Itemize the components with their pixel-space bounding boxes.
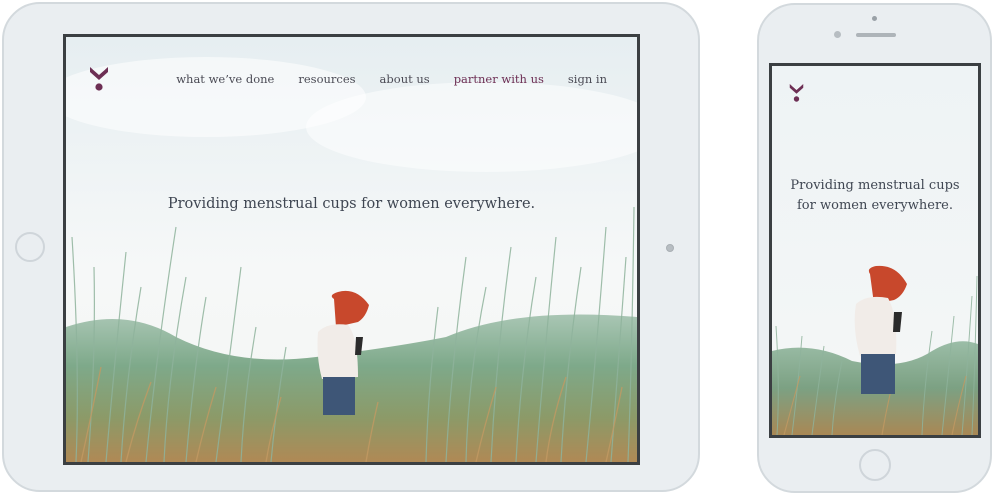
phone-camera-icon <box>834 31 841 38</box>
hero-tagline: Providing menstrual cups for women every… <box>167 196 536 212</box>
hero-image-mobile <box>772 66 978 435</box>
nav-link-about-us[interactable]: about us <box>380 72 430 86</box>
phone-speaker-icon <box>856 33 896 37</box>
hero-tagline-mobile: Providing menstrual cups for women every… <box>790 178 960 213</box>
nav-link-resources[interactable]: resources <box>298 72 355 86</box>
nav-link-what-weve-done[interactable]: what we’ve done <box>176 72 274 86</box>
tablet-home-button[interactable] <box>15 232 45 262</box>
venus-chevron-logo-icon[interactable] <box>89 66 109 92</box>
tablet-camera-icon <box>666 244 674 252</box>
venus-chevron-logo-icon-mobile[interactable] <box>789 83 804 103</box>
main-nav: what we’ve done resources about us partn… <box>152 72 607 86</box>
hero-image <box>66 37 637 462</box>
phone-home-button[interactable] <box>859 449 891 481</box>
nav-link-sign-in[interactable]: sign in <box>568 72 607 86</box>
phone-sensor-icon <box>872 16 877 21</box>
tablet-screen: what we’ve done resources about us partn… <box>63 34 640 465</box>
phone-screen: Providing menstrual cups for women every… <box>769 63 981 438</box>
nav-link-partner-with-us[interactable]: partner with us <box>454 72 544 86</box>
